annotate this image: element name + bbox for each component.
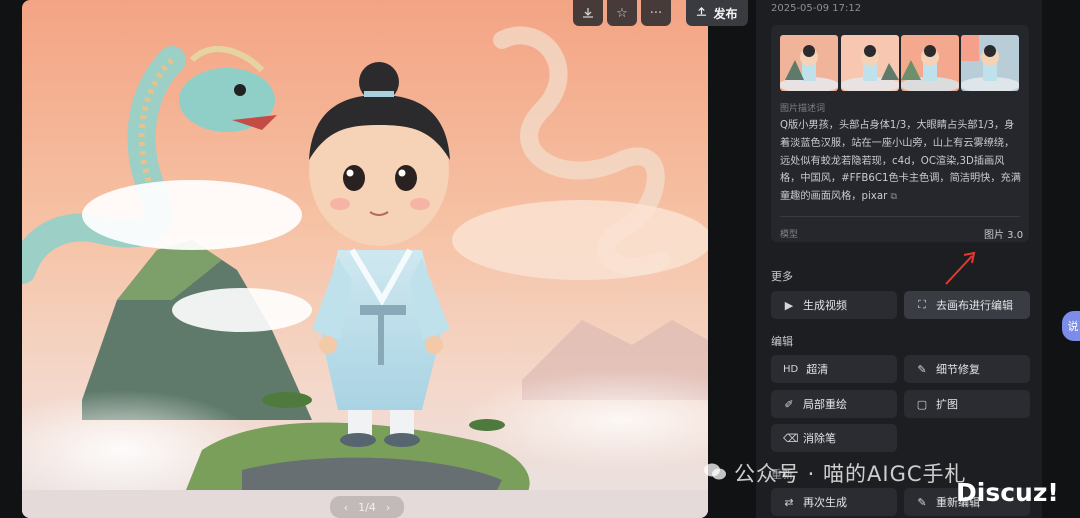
partial-redraw-button[interactable]: ✐ 局部重绘	[771, 390, 897, 418]
star-icon[interactable]: ☆	[607, 0, 637, 26]
canvas-edit-label: 去画布进行编辑	[936, 299, 1013, 312]
thumbnail-2[interactable]	[841, 35, 899, 91]
thumbnail-3[interactable]	[901, 35, 959, 91]
copy-icon[interactable]: ⧉	[891, 192, 897, 202]
upload-icon	[696, 6, 707, 20]
regenerate-label: 再次生成	[803, 496, 847, 509]
pager-text: 1/4	[358, 500, 376, 514]
thumbnail-4[interactable]	[961, 35, 1019, 91]
pen-icon: ✎	[917, 495, 927, 509]
description-content: Q版小男孩，头部占身体1/3，大眼睛占头部1/3，身着淡蓝色汉服，站在一座小山旁…	[780, 120, 1021, 203]
generate-video-label: 生成视频	[803, 299, 847, 312]
model-value: 图片 3.0	[984, 230, 1024, 241]
generated-image[interactable]	[22, 0, 708, 518]
thumbnail-1[interactable]	[780, 35, 838, 91]
hd-upscale-label: 超清	[806, 363, 829, 376]
brush-icon: ✐	[784, 397, 794, 411]
wechat-watermark: 公众号 · 喵的AIGC手札	[734, 462, 967, 486]
annotation-arrow-icon	[945, 251, 976, 285]
canvas-icon: ⛶	[918, 298, 926, 311]
eraser-icon: ⌫	[783, 431, 799, 445]
detail-fix-button[interactable]: ✎ 细节修复	[904, 355, 1030, 383]
prev-icon[interactable]: ‹	[344, 501, 348, 514]
expand-icon: ▢	[916, 397, 928, 411]
description-label: 图片描述词	[780, 104, 826, 114]
image-pager: ‹ 1/4 ›	[330, 496, 404, 518]
publish-button[interactable]: 发布	[686, 0, 748, 26]
side-float-tab[interactable]: 说	[1062, 311, 1080, 341]
partial-redraw-label: 局部重绘	[803, 398, 847, 411]
divider	[780, 216, 1020, 217]
refresh-icon: ⇄	[784, 495, 794, 509]
wand-icon: ✎	[917, 362, 927, 376]
detail-fix-label: 细节修复	[936, 363, 980, 376]
expand-image-label: 扩图	[936, 398, 958, 411]
section-more-title: 更多	[771, 270, 793, 283]
expand-image-button[interactable]: ▢ 扩图	[904, 390, 1030, 418]
download-icon[interactable]	[573, 0, 603, 26]
eraser-label: 消除笔	[803, 432, 836, 445]
discuz-watermark: Discuz!	[956, 478, 1059, 507]
next-icon[interactable]: ›	[386, 501, 390, 514]
timestamp: 2025-05-09 17:12	[771, 3, 862, 14]
section-edit-title: 编辑	[771, 335, 793, 348]
video-icon: ▶	[784, 298, 794, 312]
description-text: Q版小男孩，头部占身体1/3，大眼睛占头部1/3，身着淡蓝色汉服，站在一座小山旁…	[780, 117, 1022, 207]
canvas-edit-button[interactable]: ⛶ 去画布进行编辑	[904, 291, 1030, 319]
publish-label: 发布	[713, 6, 738, 21]
model-label: 模型	[780, 230, 799, 240]
hd-upscale-button[interactable]: HD 超清	[771, 355, 897, 383]
regenerate-button[interactable]: ⇄ 再次生成	[771, 488, 897, 516]
more-icon[interactable]: ···	[641, 0, 671, 26]
generate-video-button[interactable]: ▶ 生成视频	[771, 291, 897, 319]
eraser-button[interactable]: ⌫ 消除笔	[771, 424, 897, 452]
hd-icon: HD	[783, 363, 799, 375]
